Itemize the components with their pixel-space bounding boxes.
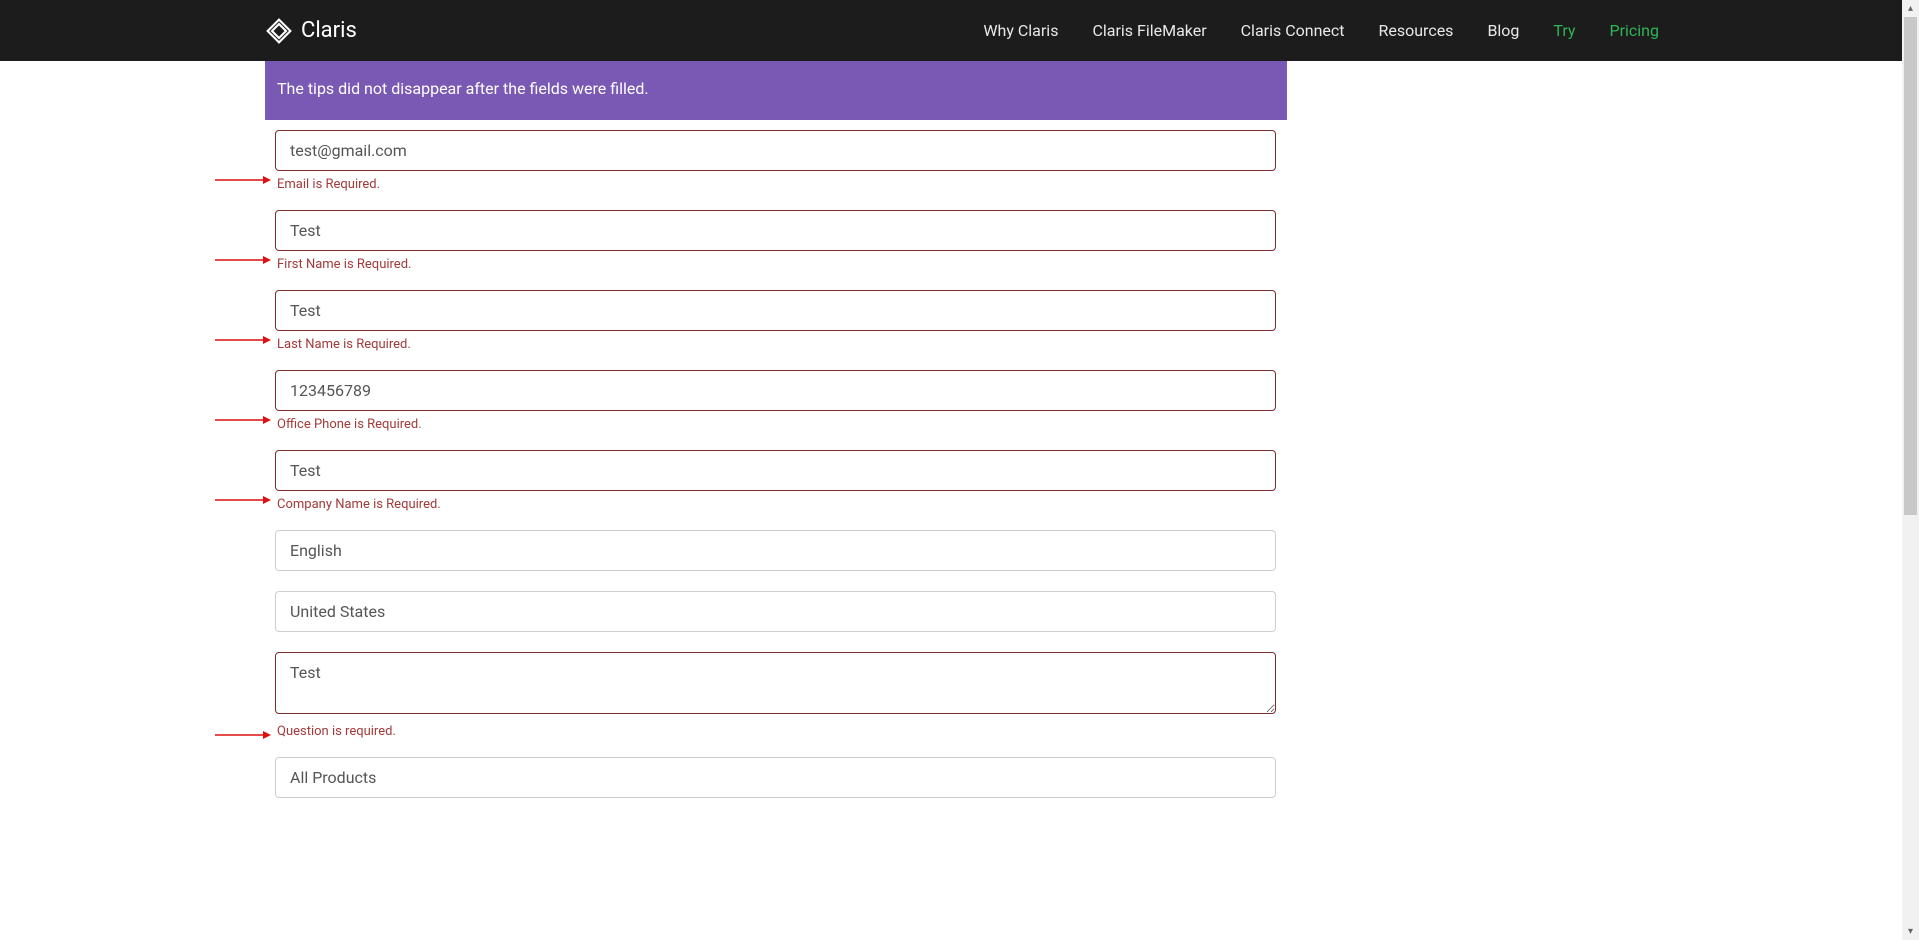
product-select[interactable]: All Products <box>275 757 1276 798</box>
language-select[interactable]: English <box>275 530 1276 571</box>
nav-link-resources[interactable]: Resources <box>1379 21 1454 40</box>
email-field-row <box>275 130 1276 171</box>
red-arrow-icon <box>215 175 271 185</box>
country-value: United States <box>290 602 385 621</box>
browser-scrollbar[interactable]: ▴ ▾ <box>1902 0 1919 940</box>
question-textarea[interactable] <box>275 652 1276 714</box>
company-name-error: Company Name is Required. <box>275 495 1276 512</box>
email-error: Email is Required. <box>275 175 1276 192</box>
company-name-input[interactable] <box>275 450 1276 491</box>
scroll-down-icon[interactable]: ▾ <box>1902 923 1919 940</box>
scrollbar-track[interactable] <box>1902 17 1919 923</box>
question-error: Question is required. <box>275 722 1276 739</box>
contact-form: Email is Required. First Name is Require… <box>275 130 1276 798</box>
office-phone-field-row <box>275 370 1276 411</box>
red-arrow-icon <box>215 335 271 345</box>
company-name-field-row <box>275 450 1276 491</box>
red-arrow-icon <box>215 495 271 505</box>
nav-links: Why Claris Claris FileMaker Claris Conne… <box>983 0 1659 61</box>
last-name-error: Last Name is Required. <box>275 335 1276 352</box>
question-field-row <box>275 652 1276 718</box>
nav-link-pricing[interactable]: Pricing <box>1610 21 1660 40</box>
scroll-up-icon[interactable]: ▴ <box>1902 0 1919 17</box>
nav-link-try[interactable]: Try <box>1553 21 1575 40</box>
bug-note-text: The tips did not disappear after the fie… <box>277 79 649 98</box>
product-value: All Products <box>290 768 376 787</box>
bug-note-banner: The tips did not disappear after the fie… <box>265 61 1287 120</box>
red-arrow-icon <box>215 415 271 425</box>
first-name-input[interactable] <box>275 210 1276 251</box>
page-content: The tips did not disappear after the fie… <box>265 61 1287 798</box>
nav-link-blog[interactable]: Blog <box>1487 21 1519 40</box>
language-value: English <box>290 541 342 560</box>
top-navbar: Claris Why Claris Claris FileMaker Clari… <box>0 0 1919 61</box>
first-name-error: First Name is Required. <box>275 255 1276 272</box>
office-phone-error: Office Phone is Required. <box>275 415 1276 432</box>
last-name-field-row <box>275 290 1276 331</box>
red-arrow-icon <box>215 730 271 740</box>
brand[interactable]: Claris <box>265 17 357 45</box>
first-name-field-row <box>275 210 1276 251</box>
scrollbar-thumb[interactable] <box>1904 17 1917 515</box>
nav-link-why-claris[interactable]: Why Claris <box>983 21 1058 40</box>
email-input[interactable] <box>275 130 1276 171</box>
last-name-input[interactable] <box>275 290 1276 331</box>
claris-logo-icon <box>265 17 293 45</box>
brand-label: Claris <box>301 18 357 43</box>
nav-link-claris-connect[interactable]: Claris Connect <box>1241 21 1345 40</box>
country-select[interactable]: United States <box>275 591 1276 632</box>
office-phone-input[interactable] <box>275 370 1276 411</box>
red-arrow-icon <box>215 255 271 265</box>
nav-link-claris-filemaker[interactable]: Claris FileMaker <box>1092 21 1206 40</box>
